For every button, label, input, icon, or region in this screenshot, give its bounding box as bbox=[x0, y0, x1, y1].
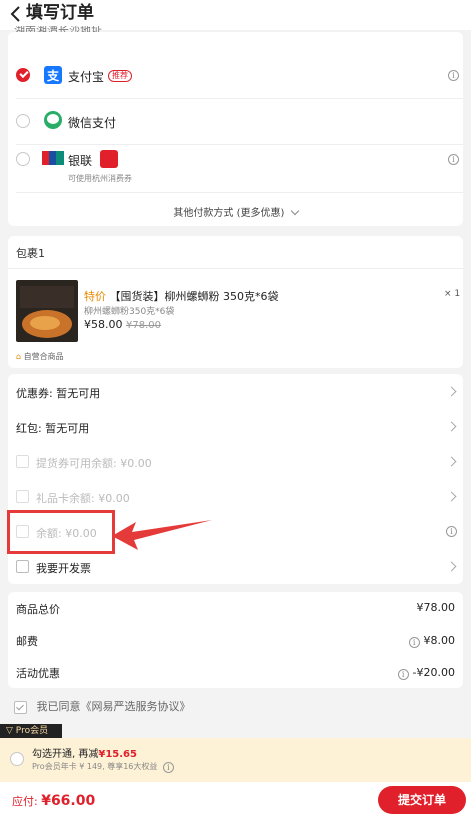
coupon-row[interactable]: 优惠券: 暂无可用 bbox=[8, 374, 463, 409]
pay-option-wechat[interactable]: 微信支付 bbox=[8, 98, 463, 144]
current-price: ¥58.00 bbox=[84, 318, 123, 331]
pickup-voucher-label: 提货券可用余额: ¥0.00 bbox=[36, 457, 152, 470]
alipay-icon: 支 bbox=[44, 66, 62, 84]
giftcard-checkbox[interactable] bbox=[16, 490, 29, 503]
pro-tag-label: Pro会员 bbox=[15, 726, 49, 736]
unionpay-radio[interactable] bbox=[16, 152, 30, 166]
product-price: ¥58.00 ¥78.00 bbox=[84, 318, 161, 331]
invoice-row[interactable]: 我要开发票 bbox=[8, 549, 463, 584]
pro-sub-label: Pro会员年卡 ¥ 149, 尊享16大权益 bbox=[32, 762, 158, 771]
price-summary-card: 商品总价 ¥78.00 邮费 i ¥8.00 活动优惠 i -¥20.00 bbox=[8, 592, 463, 688]
agreement-label: 我已同意《网易严选服务协议》 bbox=[36, 700, 191, 713]
product-image[interactable] bbox=[16, 280, 78, 342]
info-icon[interactable]: i bbox=[448, 154, 459, 165]
consumer-voucher-icon bbox=[100, 150, 118, 168]
promo-value-group: i -¥20.00 bbox=[397, 665, 455, 680]
info-icon[interactable]: i bbox=[448, 70, 459, 81]
redpacket-row[interactable]: 红包: 暂无可用 bbox=[8, 409, 463, 444]
chevron-right-icon bbox=[446, 456, 457, 467]
self-operated-label: 自营合商品 bbox=[23, 352, 64, 361]
shipping-label: 邮费 bbox=[16, 635, 38, 648]
goods-total-value: ¥78.00 bbox=[416, 601, 456, 614]
promo-value: -¥20.00 bbox=[412, 666, 455, 679]
redpacket-label: 红包: 暂无可用 bbox=[16, 422, 90, 435]
pro-v-icon: ▽ bbox=[6, 726, 13, 736]
page-title: 填写订单 bbox=[26, 3, 94, 23]
wechat-icon bbox=[44, 111, 62, 129]
agreement-checkbox[interactable] bbox=[14, 700, 27, 714]
alipay-label: 支付宝 bbox=[68, 70, 105, 84]
shipping-value-group: i ¥8.00 bbox=[408, 633, 456, 648]
unionpay-logo-icon bbox=[42, 151, 64, 165]
wechat-radio[interactable] bbox=[16, 114, 30, 128]
pro-main-text: 勾选开通, 再减¥15.65 bbox=[32, 745, 137, 760]
chevron-right-icon bbox=[446, 561, 457, 572]
info-icon[interactable]: i bbox=[397, 669, 409, 680]
shipping-value: ¥8.00 bbox=[423, 634, 456, 647]
goods-total-label: 商品总价 bbox=[16, 603, 60, 616]
pickup-voucher-row[interactable]: 提货券可用余额: ¥0.00 bbox=[8, 444, 463, 479]
special-price-label: 特价 bbox=[84, 290, 106, 303]
pro-sub-text: Pro会员年卡 ¥ 149, 尊享16大权益 i bbox=[32, 761, 174, 773]
info-icon[interactable]: i bbox=[408, 637, 420, 648]
amount-due-label: 应付: bbox=[12, 795, 42, 808]
pay-option-unionpay[interactable]: 银联 可使用杭州消费券 i bbox=[8, 140, 463, 190]
pro-discount-amount: ¥15.65 bbox=[98, 749, 137, 760]
giftcard-label: 礼品卡余额: ¥0.00 bbox=[36, 492, 130, 505]
more-payment-link[interactable]: 其他付款方式 (更多优惠) bbox=[8, 204, 463, 219]
product-name[interactable]: 特价 【囤货装】柳州螺蛳粉 350克*6袋 bbox=[84, 288, 279, 304]
pickup-voucher-checkbox[interactable] bbox=[16, 455, 29, 468]
invoice-label: 我要开发票 bbox=[36, 562, 91, 575]
self-operated-tag: ⌂ 自营合商品 bbox=[16, 351, 64, 362]
package-title: 包裹1 bbox=[16, 247, 45, 260]
chevron-right-icon bbox=[446, 421, 457, 432]
unionpay-label: 银联 bbox=[68, 154, 93, 168]
home-icon: ⌂ bbox=[16, 352, 22, 361]
giftcard-row[interactable]: 礼品卡余额: ¥0.00 bbox=[8, 479, 463, 514]
highlight-box bbox=[7, 510, 115, 554]
invoice-checkbox[interactable] bbox=[16, 560, 29, 573]
submit-order-button[interactable]: 提交订单 bbox=[378, 786, 466, 814]
unionpay-note: 可使用杭州消费券 bbox=[68, 174, 132, 183]
amount-due-value: ¥66.00 bbox=[41, 793, 96, 809]
alipay-radio[interactable] bbox=[16, 68, 30, 82]
chevron-down-icon bbox=[290, 206, 299, 216]
chevron-right-icon bbox=[446, 386, 457, 397]
agreement-row[interactable]: 我已同意《网易严选服务协议》 bbox=[14, 698, 191, 714]
package-card: 包裹1 特价 【囤货装】柳州螺蛳粉 350克*6袋 柳州螺蛳粉350克*6袋 ¥… bbox=[8, 236, 463, 368]
product-title: 【囤货装】柳州螺蛳粉 350克*6袋 bbox=[109, 290, 279, 303]
divider bbox=[8, 268, 463, 269]
annotation-arrow-icon bbox=[112, 520, 212, 550]
amount-due: 应付: ¥66.00 bbox=[12, 793, 95, 809]
pro-radio[interactable] bbox=[10, 752, 24, 766]
more-payment-label: 其他付款方式 (更多优惠) bbox=[173, 208, 285, 219]
info-icon[interactable]: i bbox=[446, 526, 457, 537]
recommend-badge: 推荐 bbox=[108, 70, 132, 82]
pro-main-prefix: 勾选开通, 再减 bbox=[32, 749, 99, 760]
pro-member-tag: ▽ Pro会员 bbox=[0, 724, 62, 738]
wechat-label: 微信支付 bbox=[68, 116, 117, 130]
promo-label: 活动优惠 bbox=[16, 667, 60, 680]
divider bbox=[16, 192, 463, 193]
original-price: ¥78.00 bbox=[126, 320, 161, 331]
bottom-bar: 应付: ¥66.00 提交订单 bbox=[0, 782, 471, 818]
pro-member-banner[interactable]: 勾选开通, 再减¥15.65 Pro会员年卡 ¥ 149, 尊享16大权益 i bbox=[0, 738, 471, 782]
pay-option-alipay[interactable]: 支 支付宝 推荐 i bbox=[8, 52, 463, 98]
coupon-label: 优惠券: 暂无可用 bbox=[16, 387, 101, 400]
info-icon[interactable]: i bbox=[162, 762, 174, 773]
product-quantity: × 1 bbox=[444, 289, 461, 299]
payment-card: 支 支付宝 推荐 i 微信支付 银联 可使用杭州消费券 i 其他付款方式 (更多… bbox=[8, 32, 463, 226]
chevron-right-icon bbox=[446, 491, 457, 502]
back-arrow-icon[interactable] bbox=[8, 3, 24, 25]
product-spec: 柳州螺蛳粉350克*6袋 bbox=[84, 307, 175, 317]
